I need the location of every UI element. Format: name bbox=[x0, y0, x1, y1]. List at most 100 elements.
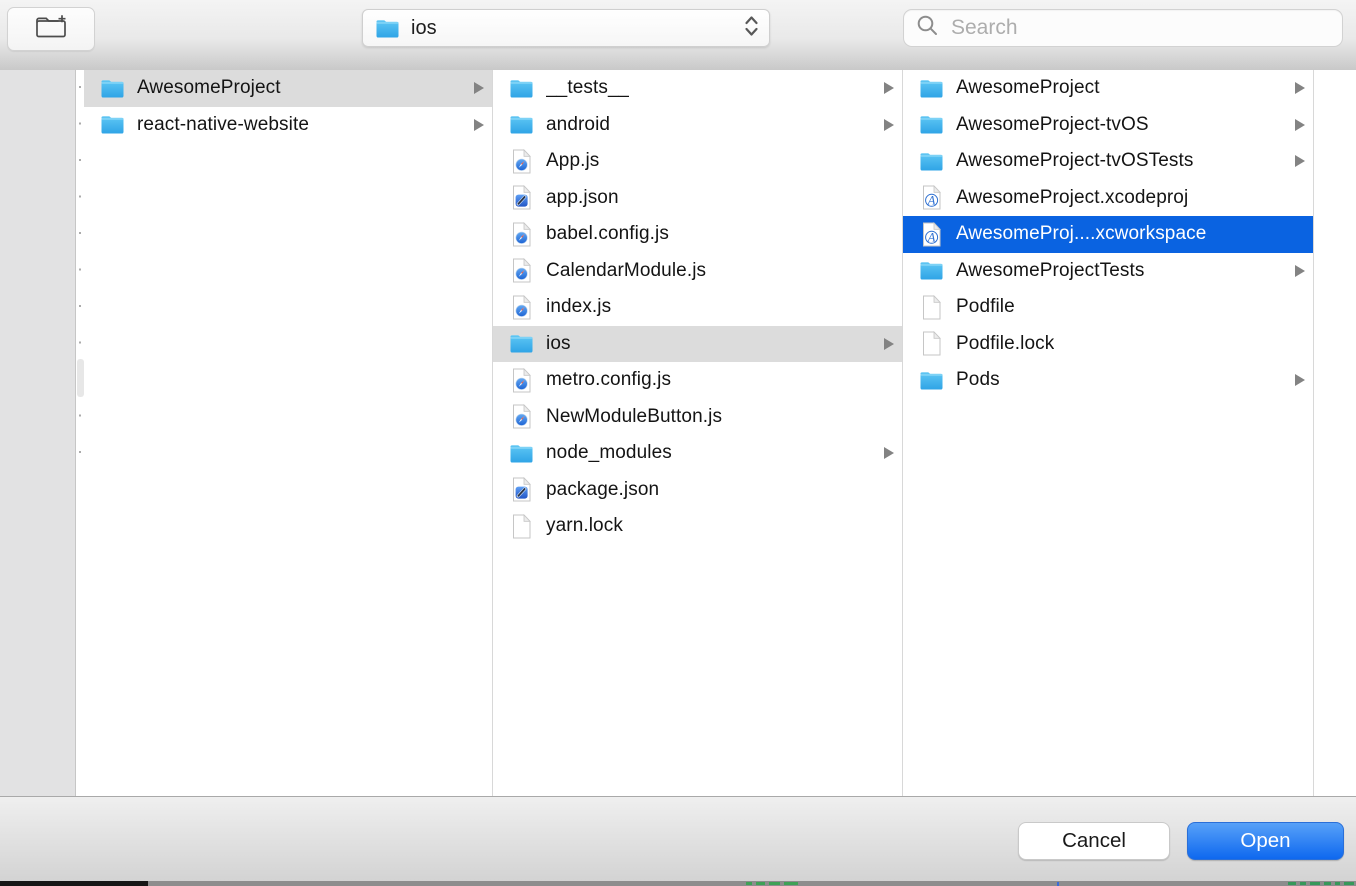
new-folder-icon bbox=[33, 13, 69, 46]
svg-text:A: A bbox=[927, 194, 936, 208]
js-icon bbox=[509, 404, 534, 429]
file-row[interactable]: metro.config.js bbox=[493, 362, 902, 399]
location-dropdown-value: ios bbox=[411, 17, 744, 40]
file-row[interactable]: Podfile.lock bbox=[903, 326, 1313, 363]
file-row[interactable]: index.js bbox=[493, 289, 902, 326]
file-row[interactable]: Podfile bbox=[903, 289, 1313, 326]
file-row[interactable]: CalendarModule.js bbox=[493, 253, 902, 290]
column-resize-gutter[interactable] bbox=[77, 70, 84, 796]
location-dropdown[interactable]: ios bbox=[362, 9, 770, 47]
file-name: CalendarModule.js bbox=[546, 260, 706, 282]
chevron-right-icon bbox=[1295, 374, 1305, 386]
file-name: AwesomeProject.xcodeproj bbox=[956, 187, 1188, 209]
file-name: babel.config.js bbox=[546, 223, 669, 245]
file-row[interactable]: node_modules bbox=[493, 435, 902, 472]
file-name: node_modules bbox=[546, 442, 672, 464]
file-row[interactable]: babel.config.js bbox=[493, 216, 902, 253]
dialog-toolbar: ios bbox=[0, 0, 1356, 70]
js-icon bbox=[509, 368, 534, 393]
doc-icon bbox=[509, 514, 534, 539]
folder-icon bbox=[375, 16, 400, 41]
chevron-right-icon bbox=[1295, 265, 1305, 277]
chevron-right-icon bbox=[474, 82, 484, 94]
file-row[interactable]: yarn.lock bbox=[493, 508, 902, 545]
file-row[interactable]: AwesomeProject-tvOS bbox=[903, 107, 1313, 144]
json-icon bbox=[509, 185, 534, 210]
file-name: Podfile.lock bbox=[956, 333, 1054, 355]
file-name: Pods bbox=[956, 369, 1000, 391]
search-input[interactable] bbox=[949, 15, 1332, 41]
background-window-strip bbox=[0, 881, 1356, 886]
file-name: package.json bbox=[546, 479, 659, 501]
gutter-ticks bbox=[79, 86, 81, 470]
file-row[interactable]: NewModuleButton.js bbox=[493, 399, 902, 436]
xcode-icon: A bbox=[919, 185, 944, 210]
file-name: index.js bbox=[546, 296, 611, 318]
chevron-right-icon bbox=[884, 119, 894, 131]
chevron-right-icon bbox=[884, 338, 894, 350]
file-name: NewModuleButton.js bbox=[546, 406, 722, 428]
column-2[interactable]: __tests__android App.js app.json babel.conf… bbox=[493, 70, 903, 796]
file-row[interactable]: AwesomeProject-tvOSTests bbox=[903, 143, 1313, 180]
folder-icon bbox=[509, 112, 534, 137]
chevron-right-icon bbox=[884, 82, 894, 94]
file-name: __tests__ bbox=[546, 77, 629, 99]
file-row[interactable]: A AwesomeProject.xcodeproj bbox=[903, 180, 1313, 217]
file-name: Podfile bbox=[956, 296, 1015, 318]
cancel-button[interactable]: Cancel bbox=[1018, 822, 1170, 860]
file-row[interactable]: ios bbox=[493, 326, 902, 363]
folder-icon bbox=[919, 149, 944, 174]
file-browser-columns: AwesomeProject react-native-website __tes… bbox=[0, 70, 1356, 797]
file-row[interactable]: react-native-website bbox=[84, 107, 492, 144]
folder-icon bbox=[919, 112, 944, 137]
new-folder-button[interactable] bbox=[7, 7, 95, 51]
file-row[interactable]: AwesomeProjectTests bbox=[903, 253, 1313, 290]
doc-icon bbox=[919, 331, 944, 356]
file-row[interactable]: App.js bbox=[493, 143, 902, 180]
folder-icon bbox=[100, 76, 125, 101]
column-3[interactable]: AwesomeProject AwesomeProject-tvOS Awesome… bbox=[903, 70, 1314, 796]
js-icon bbox=[509, 258, 534, 283]
file-row[interactable]: __tests__ bbox=[493, 70, 902, 107]
file-row[interactable]: A AwesomeProj....xcworkspace bbox=[903, 216, 1313, 253]
file-name: AwesomeProj....xcworkspace bbox=[956, 223, 1206, 245]
file-row[interactable]: app.json bbox=[493, 180, 902, 217]
file-row[interactable]: Pods bbox=[903, 362, 1313, 399]
folder-icon bbox=[919, 368, 944, 393]
file-name: metro.config.js bbox=[546, 369, 671, 391]
column-1[interactable]: AwesomeProject react-native-website bbox=[84, 70, 493, 796]
gutter-scroll-thumb[interactable] bbox=[77, 359, 84, 397]
folder-icon bbox=[919, 258, 944, 283]
svg-text:A: A bbox=[927, 230, 936, 244]
file-name: AwesomeProject bbox=[137, 77, 281, 99]
folder-icon bbox=[509, 331, 534, 356]
chevron-right-icon bbox=[884, 447, 894, 459]
dialog-footer: Cancel Open bbox=[0, 797, 1356, 881]
json-icon bbox=[509, 477, 534, 502]
search-field[interactable] bbox=[903, 9, 1343, 47]
chevron-right-icon bbox=[474, 119, 484, 131]
sidebar-edge bbox=[0, 70, 76, 796]
file-name: ios bbox=[546, 333, 571, 355]
doc-icon bbox=[919, 295, 944, 320]
file-name: android bbox=[546, 114, 610, 136]
js-icon bbox=[509, 222, 534, 247]
file-name: AwesomeProject-tvOSTests bbox=[956, 150, 1194, 172]
js-icon bbox=[509, 295, 534, 320]
folder-icon bbox=[509, 441, 534, 466]
file-name: AwesomeProject bbox=[956, 77, 1100, 99]
file-row[interactable]: AwesomeProject bbox=[903, 70, 1313, 107]
folder-icon bbox=[100, 112, 125, 137]
js-icon bbox=[509, 149, 534, 174]
file-name: App.js bbox=[546, 150, 599, 172]
file-row[interactable]: package.json bbox=[493, 472, 902, 509]
file-row[interactable]: AwesomeProject bbox=[84, 70, 492, 107]
file-name: yarn.lock bbox=[546, 515, 623, 537]
file-row[interactable]: android bbox=[493, 107, 902, 144]
file-name: app.json bbox=[546, 187, 619, 209]
chevron-right-icon bbox=[1295, 119, 1305, 131]
open-button[interactable]: Open bbox=[1187, 822, 1344, 860]
file-name: AwesomeProjectTests bbox=[956, 260, 1144, 282]
xcode-icon: A bbox=[919, 222, 944, 247]
stepper-arrows-icon bbox=[744, 14, 759, 43]
